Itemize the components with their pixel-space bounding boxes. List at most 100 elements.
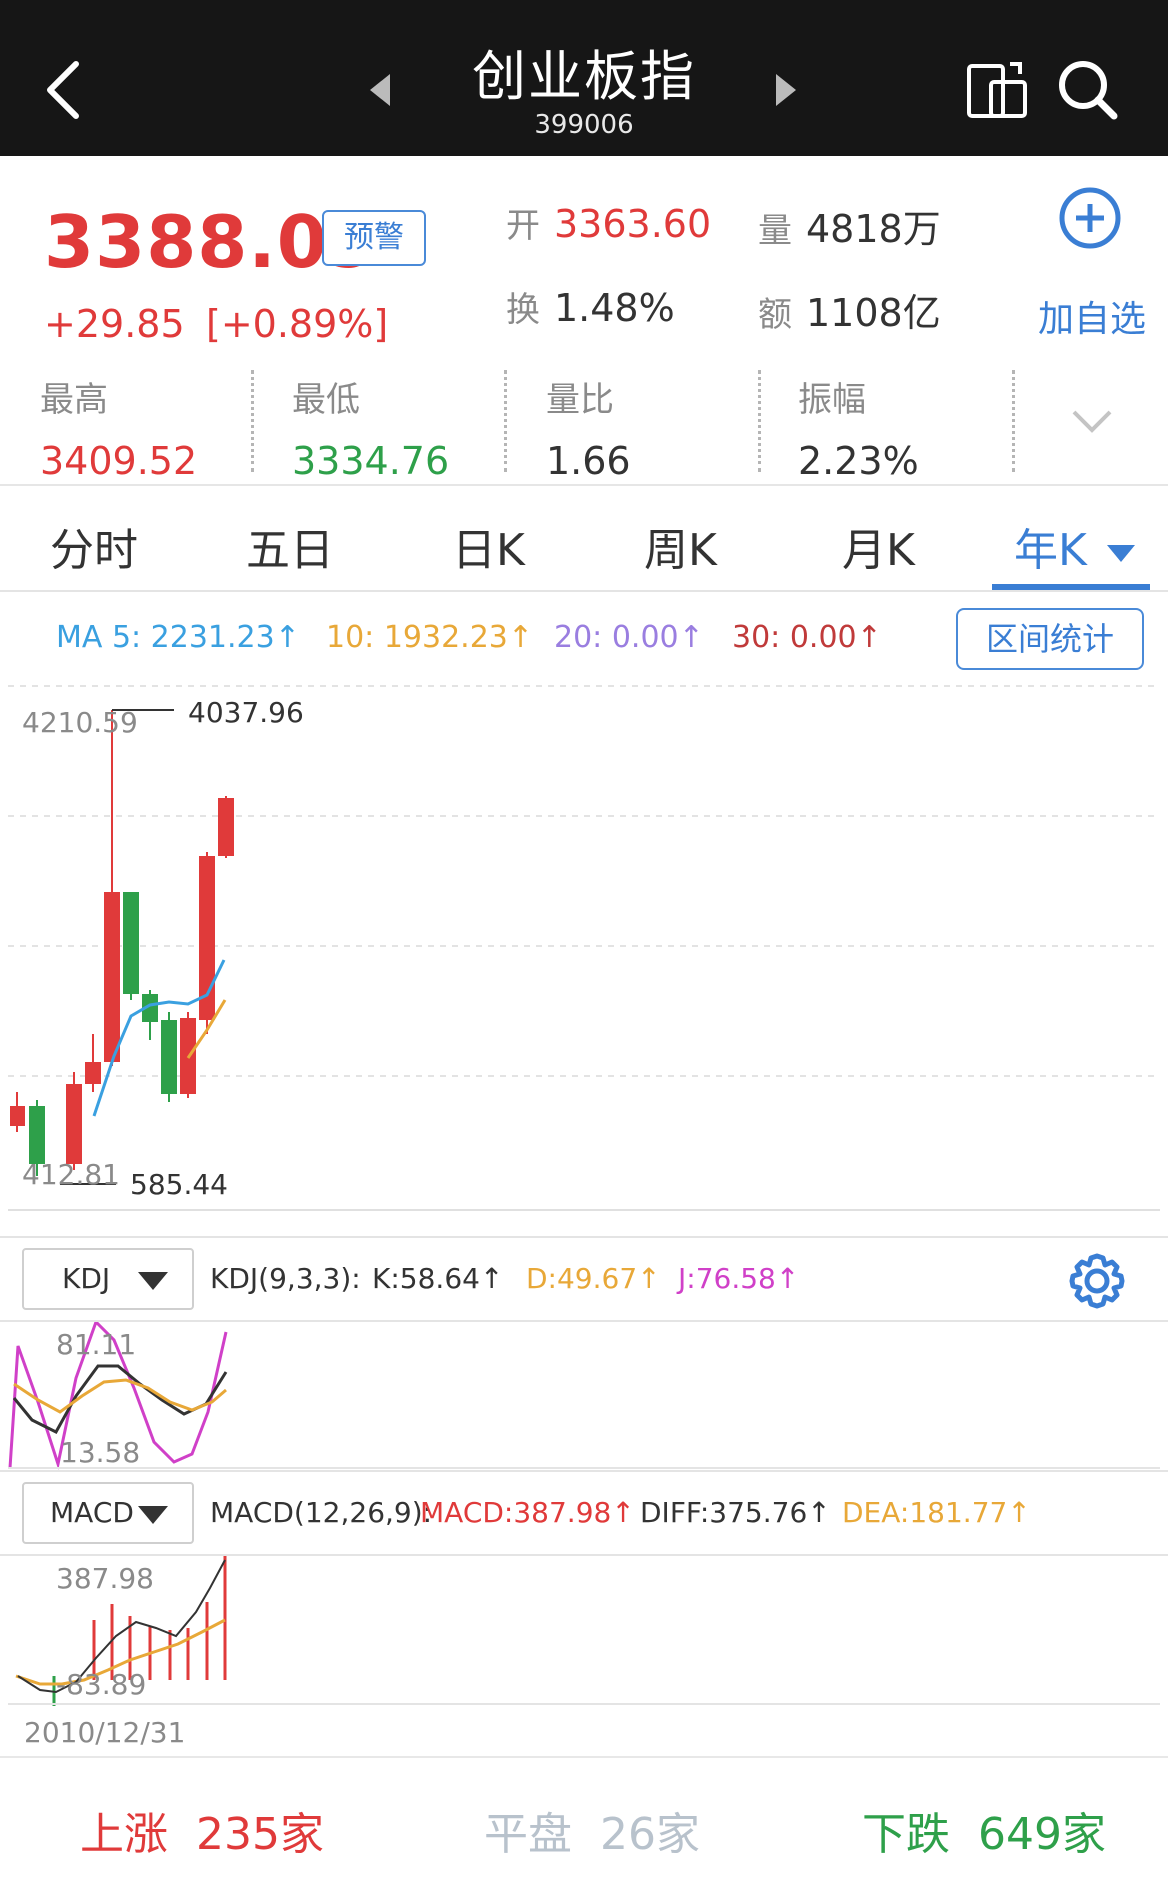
volume-field: 量 4818万 [758, 198, 941, 253]
period-tabs: 分时 五日 日K 周K 月K 年K [0, 486, 1168, 592]
kdj-k-value: K:58.64↑ [372, 1262, 504, 1295]
open-field: 开 3363.60 [506, 198, 711, 247]
open-label: 开 [506, 206, 540, 246]
candle-down [29, 1106, 45, 1164]
kdj-chart[interactable] [0, 1322, 1168, 1470]
unchanged-count: 26家 [600, 1809, 700, 1860]
kdj-selector[interactable]: KDJ [22, 1248, 194, 1310]
divider [504, 370, 507, 472]
macd-params: MACD(12,26,9): [210, 1496, 433, 1529]
caret-down-icon [138, 1272, 168, 1290]
open-value: 3363.60 [554, 202, 712, 246]
decliners-label: 下跌 [862, 1809, 950, 1860]
stat-value: 3409.52 [40, 439, 198, 483]
add-watchlist-button[interactable]: 加自选 [1030, 180, 1150, 340]
stat-label: 最高 [40, 380, 108, 420]
stat-label: 最低 [292, 380, 360, 420]
search-icon[interactable] [1056, 58, 1120, 122]
candle-up [66, 1084, 82, 1164]
candle-down [161, 1020, 177, 1094]
stat-high: 最高 3409.52 [40, 372, 240, 483]
active-tab-indicator [992, 584, 1150, 590]
macd-y-bottom-label: -83.89 [56, 1668, 147, 1701]
tab-daily-k[interactable]: 日K [452, 514, 525, 578]
price-change: +29.85 [44, 302, 185, 346]
ma10-label: 10: 1932.23↑ [326, 620, 534, 655]
gear-icon[interactable] [1068, 1252, 1126, 1310]
candle-down [123, 892, 139, 994]
chart-gridlines [8, 685, 1160, 1077]
tab-yearly-k-label: 年K [1014, 525, 1087, 576]
add-circle-icon [1059, 187, 1121, 249]
volume-value: 4818万 [806, 207, 941, 251]
add-watchlist-label: 加自选 [1037, 299, 1146, 340]
unchanged[interactable]: 平盘 26家 [484, 1798, 700, 1862]
caret-down-icon [1106, 545, 1135, 562]
candle-up [85, 1062, 101, 1084]
y-axis-bottom-label: 412.81 [22, 1158, 120, 1191]
decliners[interactable]: 下跌 649家 [862, 1798, 1106, 1862]
candle-up [104, 892, 120, 1062]
top-nav-bar: 创业板指 399006 [0, 0, 1168, 156]
amount-label: 额 [758, 295, 792, 335]
stat-value: 3334.76 [292, 439, 450, 483]
chevron-down-icon[interactable] [1070, 406, 1114, 436]
high-price-marker: 4037.96 [188, 696, 304, 729]
chart-start-date: 2010/12/31 [24, 1716, 186, 1749]
y-axis-top-label: 4210.59 [22, 706, 138, 739]
advancers-count: 235家 [196, 1809, 324, 1860]
divider [1012, 370, 1015, 472]
advancers-label: 上涨 [80, 1809, 168, 1860]
amount-field: 额 1108亿 [758, 282, 941, 337]
next-stock-icon[interactable] [774, 72, 798, 108]
tab-intraday[interactable]: 分时 [50, 514, 138, 578]
landscape-switch-icon[interactable] [966, 60, 1028, 118]
tab-weekly-k[interactable]: 周K [644, 514, 717, 578]
candle-up [10, 1106, 25, 1126]
macd-y-top-label: 387.98 [56, 1562, 154, 1595]
low-price-marker: 585.44 [130, 1168, 228, 1201]
macd-diff-value: DIFF:375.76↑ [640, 1496, 831, 1529]
stat-value: 1.66 [546, 439, 631, 483]
range-stats-button[interactable]: 区间统计 [956, 608, 1144, 670]
kdj-d-line [13, 1378, 227, 1414]
tab-yearly-k[interactable]: 年K [1014, 514, 1137, 578]
back-arrow-icon[interactable] [42, 58, 86, 122]
volume-label: 量 [758, 211, 792, 251]
stat-label: 振幅 [798, 380, 866, 420]
turnover-field: 换 1.48% [506, 282, 675, 331]
macd-selector-label: MACD [50, 1496, 134, 1529]
ma30-label: 30: 0.00↑ [732, 620, 882, 655]
ma20-label: 20: 0.00↑ [554, 620, 704, 655]
stat-label: 量比 [546, 380, 614, 420]
candlestick-chart[interactable] [0, 684, 1168, 1214]
tab-five-day[interactable]: 五日 [246, 514, 334, 578]
divider [251, 370, 254, 472]
caret-down-icon [138, 1506, 168, 1524]
macd-indicator-bar: MACD MACD(12,26,9): MACD:387.98↑ DIFF:37… [0, 1470, 1168, 1556]
kdj-y-top-label: 81.11 [56, 1328, 137, 1361]
price-alert-button[interactable]: 预警 [322, 210, 426, 266]
candles [10, 710, 234, 1176]
stock-code: 399006 [534, 110, 634, 140]
stat-amplitude: 振幅 2.23% [798, 372, 998, 483]
kdj-indicator-bar: KDJ KDJ(9,3,3): K:58.64↑ D:49.67↑ J:76.5… [0, 1236, 1168, 1322]
macd-selector[interactable]: MACD [22, 1482, 194, 1544]
turnover-label: 换 [506, 290, 540, 330]
stat-volume-ratio: 量比 1.66 [546, 372, 746, 483]
price-change-percent: [+0.89%] [206, 302, 389, 346]
divider [758, 370, 761, 472]
tab-monthly-k[interactable]: 月K [842, 514, 915, 578]
kdj-d-value: D:49.67↑ [526, 1262, 661, 1295]
macd-value: MACD:387.98↑ [420, 1496, 635, 1529]
kdj-params: KDJ(9,3,3): [210, 1262, 361, 1295]
page-title: 创业板指 [472, 45, 696, 108]
kdj-y-bottom-label: 13.58 [60, 1436, 141, 1469]
amount-value: 1108亿 [806, 291, 941, 335]
turnover-value: 1.48% [554, 286, 675, 330]
candle-up [218, 798, 234, 856]
kdj-j-value: J:76.58↑ [678, 1262, 800, 1295]
macd-dea-value: DEA:181.77↑ [842, 1496, 1031, 1529]
advancers[interactable]: 上涨 235家 [80, 1798, 324, 1862]
macd-chart[interactable] [0, 1556, 1168, 1706]
